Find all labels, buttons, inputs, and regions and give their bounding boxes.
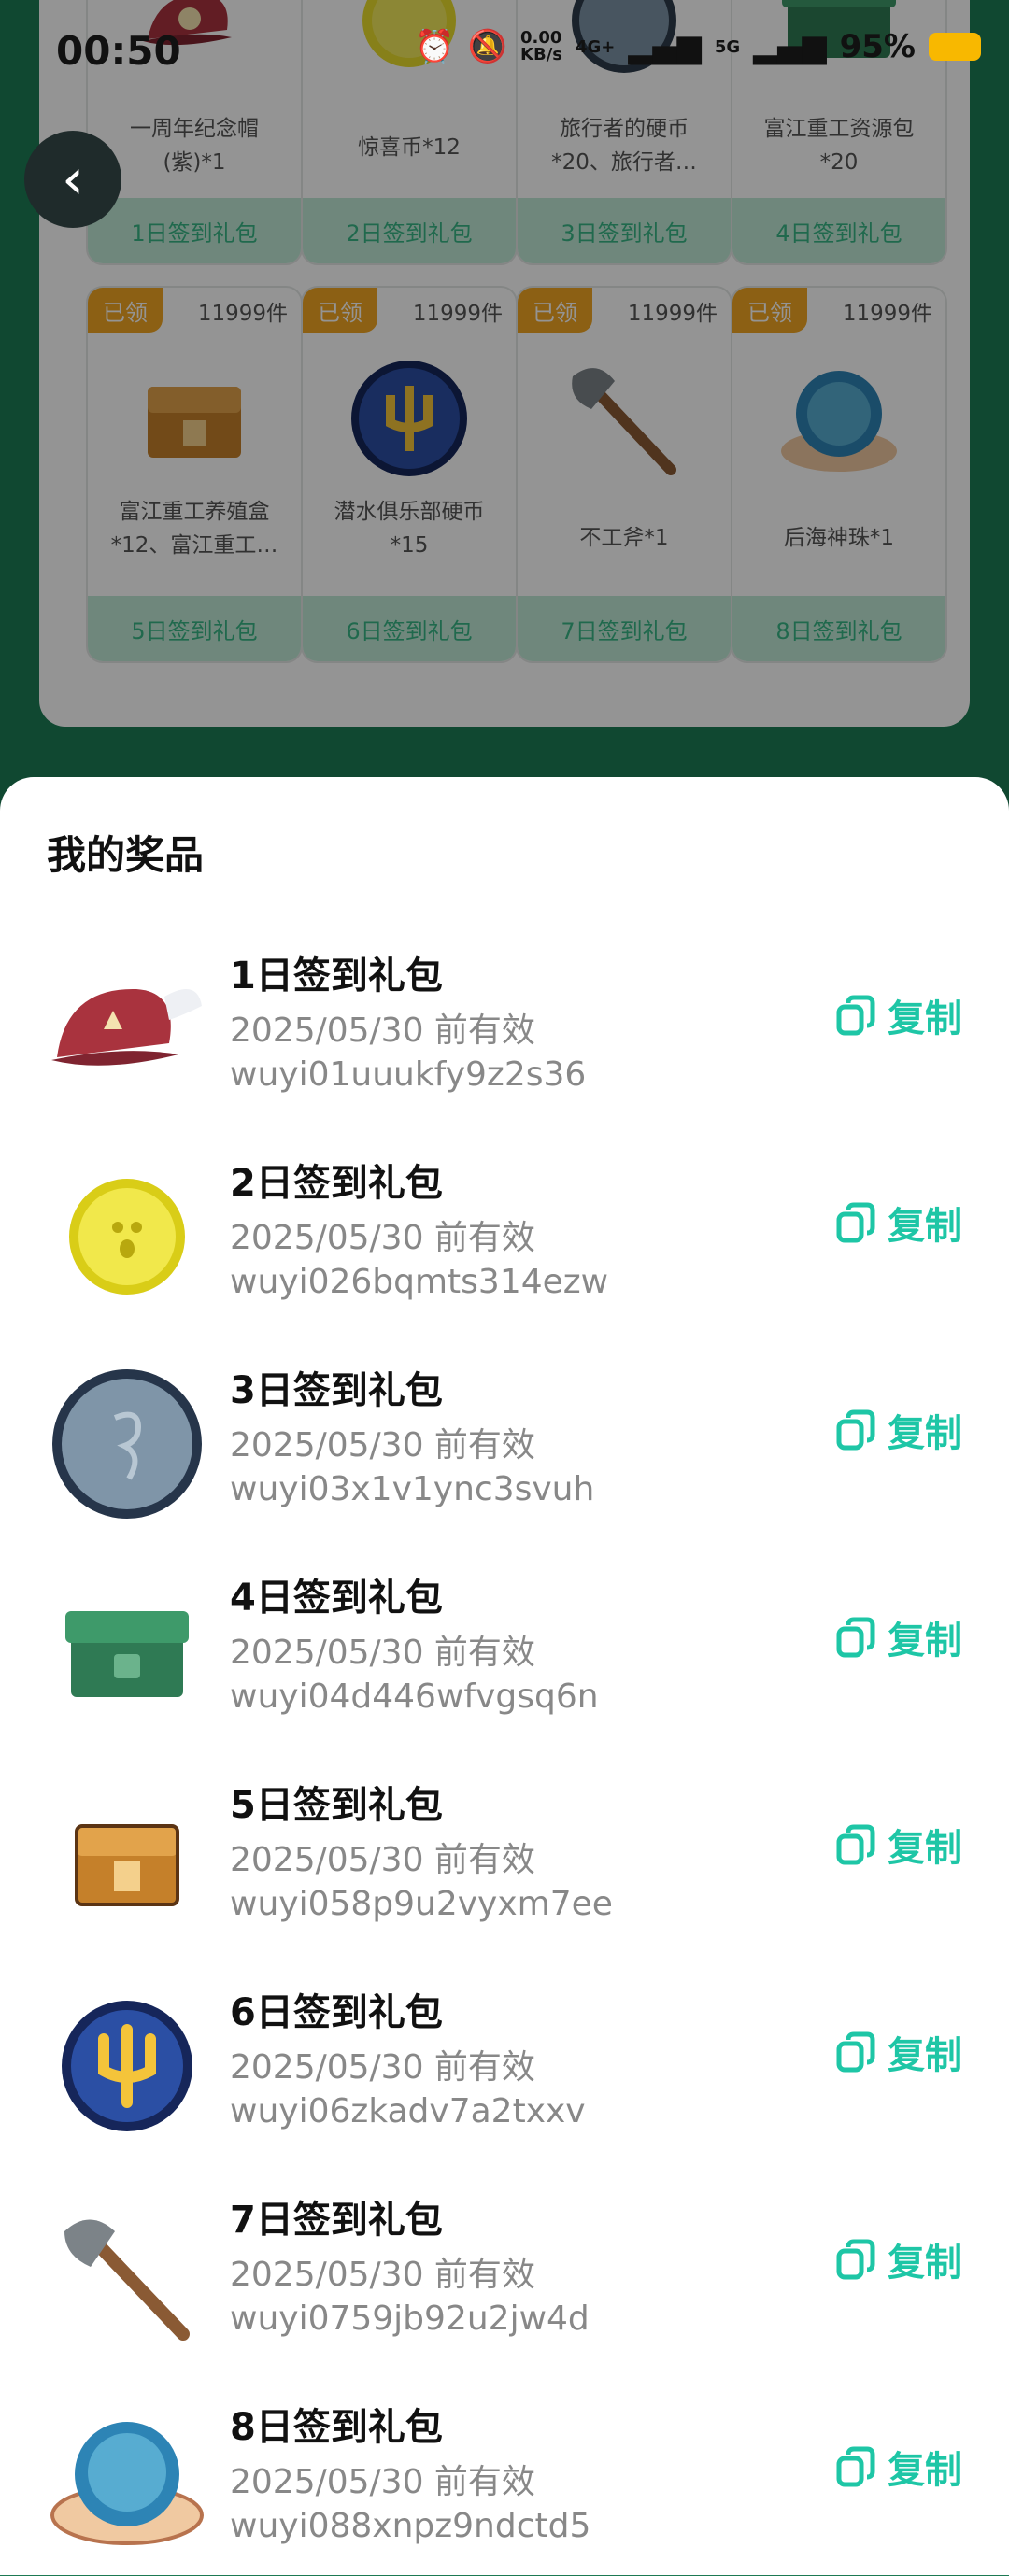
silver-coin-icon <box>45 1362 209 1526</box>
copy-label: 复制 <box>888 1205 962 1248</box>
prize-row: 4日签到礼包 2025/05/30 前有效 wuyi04d446wfvgsq6n… <box>0 1539 1009 1747</box>
chevron-left-icon: ‹ <box>62 147 84 212</box>
pearl-icon <box>45 2399 209 2563</box>
network-type-4g: 4G+ <box>576 36 616 57</box>
prize-row: 3日签到礼包 2025/05/30 前有效 wuyi03x1v1ync3svuh… <box>0 1332 1009 1539</box>
copy-label: 复制 <box>888 998 962 1040</box>
prize-title: 5日签到礼包 <box>230 1784 443 1827</box>
copy-icon <box>836 2031 875 2073</box>
prize-expiry: 2025/05/30 前有效 <box>230 1426 535 1465</box>
mute-icon: 🔕 <box>467 28 508 65</box>
sheet-title: 我的奖品 <box>47 832 205 878</box>
battery-icon <box>929 33 981 61</box>
green-box-icon <box>45 1569 209 1734</box>
copy-button[interactable]: 复制 <box>833 2232 962 2286</box>
prize-code: wuyi088xnpz9ndctd5 <box>230 2507 591 2545</box>
prize-row: 6日签到礼包 2025/05/30 前有效 wuyi06zkadv7a2txxv… <box>0 1954 1009 2161</box>
copy-label: 复制 <box>888 2034 962 2077</box>
copy-icon <box>836 1409 875 1451</box>
axe-icon <box>45 2191 209 2356</box>
copy-label: 复制 <box>888 2449 962 2492</box>
copy-label: 复制 <box>888 1827 962 1870</box>
prize-code: wuyi06zkadv7a2txxv <box>230 2092 586 2130</box>
prize-code: wuyi01uuukfy9z2s36 <box>230 1055 587 1094</box>
prize-title: 4日签到礼包 <box>230 1577 443 1620</box>
copy-label: 复制 <box>888 1620 962 1663</box>
prize-code: wuyi03x1v1ync3svuh <box>230 1470 595 1508</box>
prize-expiry: 2025/05/30 前有效 <box>230 1219 535 1257</box>
net-speed: 0.00 KB/s <box>520 28 562 64</box>
prize-title: 8日签到礼包 <box>230 2406 443 2449</box>
prize-title: 1日签到礼包 <box>230 955 443 998</box>
copy-label: 复制 <box>888 1412 962 1455</box>
prize-row: 7日签到礼包 2025/05/30 前有效 wuyi0759jb92u2jw4d… <box>0 2161 1009 2369</box>
prize-expiry: 2025/05/30 前有效 <box>230 2463 535 2501</box>
network-type-5g: 5G <box>714 36 741 57</box>
alarm-icon: ⏰ <box>415 28 455 65</box>
status-right: ⏰ 🔕 0.00 KB/s 4G+ ▂▄▆ 5G ▂▄▆ 95% <box>415 28 981 65</box>
battery-percent: 95% <box>839 28 916 65</box>
prize-row: 5日签到礼包 2025/05/30 前有效 wuyi058p9u2vyxm7ee… <box>0 1747 1009 1954</box>
copy-label: 复制 <box>888 2242 962 2285</box>
status-time: 00:50 <box>56 28 181 74</box>
prize-expiry: 2025/05/30 前有效 <box>230 1634 535 1672</box>
copy-icon <box>836 995 875 1036</box>
copy-button[interactable]: 复制 <box>833 1818 962 1872</box>
prize-expiry: 2025/05/30 前有效 <box>230 2256 535 2294</box>
chest-icon <box>45 1776 209 1941</box>
prize-row: 1日签到礼包 2025/05/30 前有效 wuyi01uuukfy9z2s36… <box>0 917 1009 1125</box>
copy-button[interactable]: 复制 <box>833 1610 962 1664</box>
copy-icon <box>836 1617 875 1658</box>
signal-icon-2: ▂▄▆ <box>753 28 827 65</box>
prize-title: 2日签到礼包 <box>230 1162 443 1205</box>
copy-icon <box>836 2239 875 2280</box>
prize-expiry: 2025/05/30 前有效 <box>230 1012 535 1050</box>
back-button[interactable]: ‹ <box>24 131 121 228</box>
trident-coin-icon <box>45 1984 209 2148</box>
status-bar: 00:50 ⏰ 🔕 0.00 KB/s 4G+ ▂▄▆ 5G ▂▄▆ 95% <box>0 0 1009 103</box>
prize-title: 6日签到礼包 <box>230 1991 443 2034</box>
copy-button[interactable]: 复制 <box>833 988 962 1042</box>
prize-code: wuyi0759jb92u2jw4d <box>230 2300 590 2338</box>
prize-title: 3日签到礼包 <box>230 1369 443 1412</box>
my-prizes-sheet: 我的奖品 1日签到礼包 2025/05/30 前有效 wuyi01uuukfy9… <box>0 777 1009 2575</box>
coin-icon <box>45 1154 209 1319</box>
copy-icon <box>836 1202 875 1243</box>
prize-expiry: 2025/05/30 前有效 <box>230 1841 535 1879</box>
copy-button[interactable]: 复制 <box>833 2440 962 2494</box>
copy-button[interactable]: 复制 <box>833 2025 962 2079</box>
prize-expiry: 2025/05/30 前有效 <box>230 2048 535 2087</box>
copy-icon <box>836 2446 875 2487</box>
prize-row: 8日签到礼包 2025/05/30 前有效 wuyi088xnpz9ndctd5… <box>0 2369 1009 2576</box>
prize-code: wuyi026bqmts314ezw <box>230 1263 609 1301</box>
signal-icon: ▂▄▆ <box>628 28 702 65</box>
prize-code: wuyi04d446wfvgsq6n <box>230 1677 599 1716</box>
copy-button[interactable]: 复制 <box>833 1403 962 1457</box>
prize-row: 2日签到礼包 2025/05/30 前有效 wuyi026bqmts314ezw… <box>0 1125 1009 1332</box>
copy-button[interactable]: 复制 <box>833 1196 962 1250</box>
prize-title: 7日签到礼包 <box>230 2199 443 2242</box>
copy-icon <box>836 1824 875 1865</box>
prize-code: wuyi058p9u2vyxm7ee <box>230 1885 613 1923</box>
cap-icon <box>45 947 209 1111</box>
